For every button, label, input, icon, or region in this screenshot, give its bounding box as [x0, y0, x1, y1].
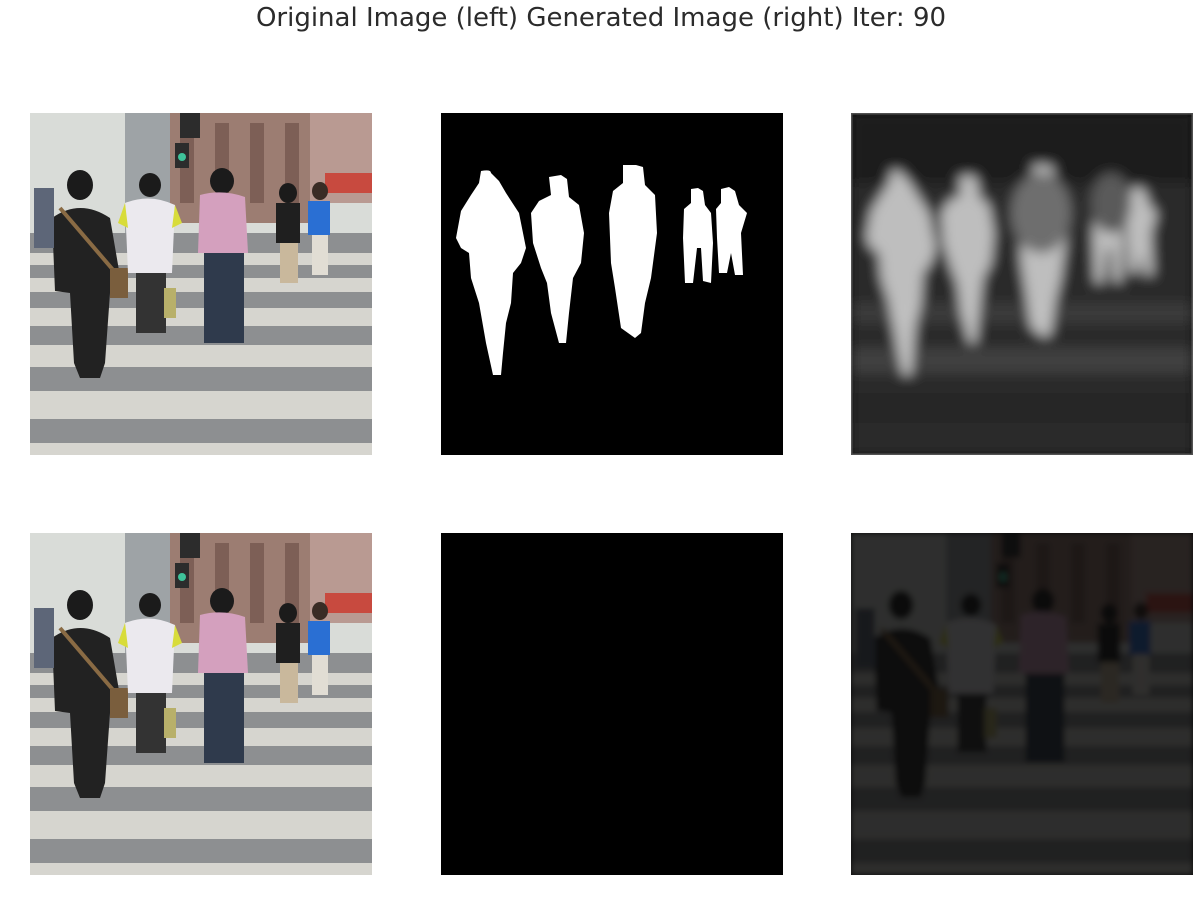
- street-photo: [30, 533, 372, 875]
- masked-persons: [441, 533, 783, 875]
- masked-image-bottom: [441, 533, 783, 875]
- figure-title: Original Image (left) Generated Image (r…: [255, 3, 947, 33]
- mask-image-top: [441, 113, 783, 455]
- generated-image-top: [851, 113, 1193, 455]
- street-photo: [30, 113, 372, 455]
- generated-reconstruction: [851, 533, 1193, 875]
- generated-saliency: [851, 113, 1193, 455]
- original-image-top: [30, 113, 372, 455]
- original-image-bottom: [30, 533, 372, 875]
- generated-image-bottom: [851, 533, 1193, 875]
- binary-mask: [441, 113, 783, 455]
